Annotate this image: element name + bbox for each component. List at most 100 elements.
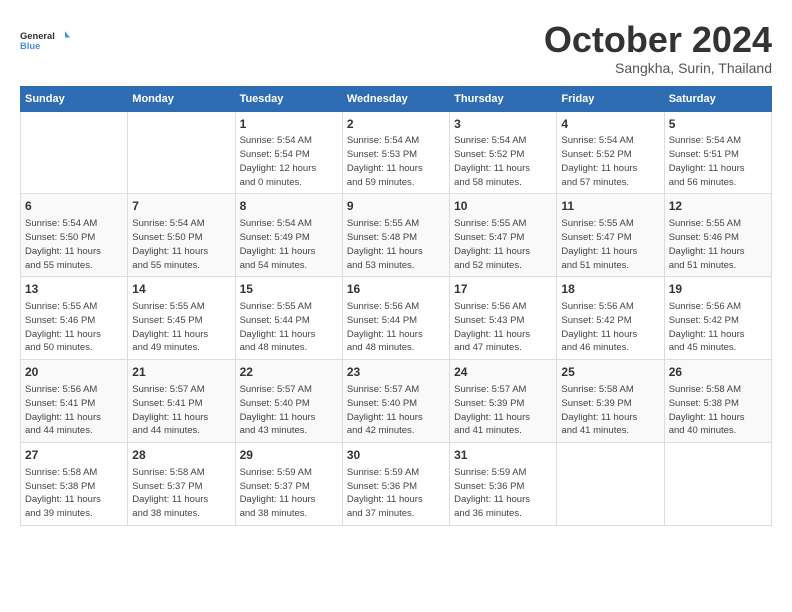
- calendar-cell: 19 Sunrise: 5:56 AMSunset: 5:42 PMDayligh…: [664, 277, 771, 360]
- day-info: Sunrise: 5:55 AMSunset: 5:48 PMDaylight:…: [347, 217, 445, 272]
- day-info: Sunrise: 5:56 AMSunset: 5:42 PMDaylight:…: [669, 300, 767, 355]
- day-number: 23: [347, 364, 445, 381]
- calendar-cell: [557, 443, 664, 526]
- day-info: Sunrise: 5:59 AMSunset: 5:37 PMDaylight:…: [240, 466, 338, 521]
- day-info: Sunrise: 5:56 AMSunset: 5:41 PMDaylight:…: [25, 383, 123, 438]
- day-number: 12: [669, 198, 767, 215]
- calendar-cell: 27 Sunrise: 5:58 AMSunset: 5:38 PMDayligh…: [21, 443, 128, 526]
- weekday-header-wednesday: Wednesday: [342, 86, 449, 111]
- day-number: 10: [454, 198, 552, 215]
- day-number: 3: [454, 116, 552, 133]
- day-info: Sunrise: 5:55 AMSunset: 5:47 PMDaylight:…: [561, 217, 659, 272]
- day-info: Sunrise: 5:55 AMSunset: 5:44 PMDaylight:…: [240, 300, 338, 355]
- day-info: Sunrise: 5:57 AMSunset: 5:40 PMDaylight:…: [240, 383, 338, 438]
- day-info: Sunrise: 5:58 AMSunset: 5:39 PMDaylight:…: [561, 383, 659, 438]
- calendar-cell: 18 Sunrise: 5:56 AMSunset: 5:42 PMDayligh…: [557, 277, 664, 360]
- calendar-cell: 16 Sunrise: 5:56 AMSunset: 5:44 PMDayligh…: [342, 277, 449, 360]
- calendar-cell: 29 Sunrise: 5:59 AMSunset: 5:37 PMDayligh…: [235, 443, 342, 526]
- day-number: 16: [347, 281, 445, 298]
- day-info: Sunrise: 5:55 AMSunset: 5:46 PMDaylight:…: [669, 217, 767, 272]
- day-info: Sunrise: 5:58 AMSunset: 5:38 PMDaylight:…: [25, 466, 123, 521]
- calendar-cell: 31Sunrise: 5:59 AMSunset: 5:36 PMDayligh…: [450, 443, 557, 526]
- calendar-cell: 2Sunrise: 5:54 AMSunset: 5:53 PMDaylight…: [342, 111, 449, 194]
- title-block: October 2024 Sangkha, Surin, Thailand: [544, 20, 772, 76]
- day-number: 1: [240, 116, 338, 133]
- day-number: 6: [25, 198, 123, 215]
- calendar-cell: 15 Sunrise: 5:55 AMSunset: 5:44 PMDayligh…: [235, 277, 342, 360]
- calendar-week-3: 13Sunrise: 5:55 AMSunset: 5:46 PMDayligh…: [21, 277, 772, 360]
- day-number: 26: [669, 364, 767, 381]
- location-subtitle: Sangkha, Surin, Thailand: [544, 60, 772, 76]
- calendar-cell: 1Sunrise: 5:54 AMSunset: 5:54 PMDaylight…: [235, 111, 342, 194]
- svg-text:General: General: [20, 31, 55, 41]
- day-info: Sunrise: 5:59 AMSunset: 5:36 PMDaylight:…: [347, 466, 445, 521]
- day-info: Sunrise: 5:57 AMSunset: 5:40 PMDaylight:…: [347, 383, 445, 438]
- day-info: Sunrise: 5:58 AMSunset: 5:37 PMDaylight:…: [132, 466, 230, 521]
- svg-text:Blue: Blue: [20, 41, 40, 51]
- month-title: October 2024: [544, 20, 772, 60]
- day-number: 9: [347, 198, 445, 215]
- page-header: General Blue October 2024 Sangkha, Surin…: [20, 20, 772, 76]
- calendar-cell: 12 Sunrise: 5:55 AMSunset: 5:46 PMDayligh…: [664, 194, 771, 277]
- day-number: 13: [25, 281, 123, 298]
- calendar-cell: 26 Sunrise: 5:58 AMSunset: 5:38 PMDayligh…: [664, 360, 771, 443]
- day-info: Sunrise: 5:56 AMSunset: 5:42 PMDaylight:…: [561, 300, 659, 355]
- calendar-cell: 8 Sunrise: 5:54 AMSunset: 5:49 PMDaylight…: [235, 194, 342, 277]
- logo: General Blue: [20, 20, 70, 60]
- day-number: 24: [454, 364, 552, 381]
- day-number: 20: [25, 364, 123, 381]
- day-info: Sunrise: 5:57 AMSunset: 5:41 PMDaylight:…: [132, 383, 230, 438]
- day-info: Sunrise: 5:56 AMSunset: 5:44 PMDaylight:…: [347, 300, 445, 355]
- day-info: Sunrise: 5:56 AMSunset: 5:43 PMDaylight:…: [454, 300, 552, 355]
- calendar-week-5: 27 Sunrise: 5:58 AMSunset: 5:38 PMDayligh…: [21, 443, 772, 526]
- day-number: 8: [240, 198, 338, 215]
- day-info: Sunrise: 5:54 AMSunset: 5:51 PMDaylight:…: [669, 134, 767, 189]
- day-info: Sunrise: 5:54 AMSunset: 5:50 PMDaylight:…: [25, 217, 123, 272]
- calendar-cell: 3Sunrise: 5:54 AMSunset: 5:52 PMDaylight…: [450, 111, 557, 194]
- calendar-cell: 23 Sunrise: 5:57 AMSunset: 5:40 PMDayligh…: [342, 360, 449, 443]
- calendar-table: SundayMondayTuesdayWednesdayThursdayFrid…: [20, 86, 772, 526]
- weekday-header-saturday: Saturday: [664, 86, 771, 111]
- day-info: Sunrise: 5:54 AMSunset: 5:53 PMDaylight:…: [347, 134, 445, 189]
- day-number: 19: [669, 281, 767, 298]
- day-number: 17: [454, 281, 552, 298]
- calendar-week-2: 6 Sunrise: 5:54 AMSunset: 5:50 PMDaylight…: [21, 194, 772, 277]
- calendar-cell: 6 Sunrise: 5:54 AMSunset: 5:50 PMDaylight…: [21, 194, 128, 277]
- day-number: 11: [561, 198, 659, 215]
- calendar-cell: 10 Sunrise: 5:55 AMSunset: 5:47 PMDayligh…: [450, 194, 557, 277]
- calendar-cell: [128, 111, 235, 194]
- day-number: 7: [132, 198, 230, 215]
- day-number: 14: [132, 281, 230, 298]
- calendar-cell: 5Sunrise: 5:54 AMSunset: 5:51 PMDaylight…: [664, 111, 771, 194]
- day-number: 4: [561, 116, 659, 133]
- day-number: 2: [347, 116, 445, 133]
- day-number: 27: [25, 447, 123, 464]
- calendar-cell: 25Sunrise: 5:58 AMSunset: 5:39 PMDayligh…: [557, 360, 664, 443]
- day-number: 15: [240, 281, 338, 298]
- calendar-cell: 22Sunrise: 5:57 AMSunset: 5:40 PMDayligh…: [235, 360, 342, 443]
- day-number: 28: [132, 447, 230, 464]
- weekday-header-thursday: Thursday: [450, 86, 557, 111]
- day-info: Sunrise: 5:58 AMSunset: 5:38 PMDaylight:…: [669, 383, 767, 438]
- day-number: 29: [240, 447, 338, 464]
- calendar-cell: 14Sunrise: 5:55 AMSunset: 5:45 PMDayligh…: [128, 277, 235, 360]
- day-info: Sunrise: 5:57 AMSunset: 5:39 PMDaylight:…: [454, 383, 552, 438]
- calendar-cell: 30 Sunrise: 5:59 AMSunset: 5:36 PMDayligh…: [342, 443, 449, 526]
- calendar-cell: 21Sunrise: 5:57 AMSunset: 5:41 PMDayligh…: [128, 360, 235, 443]
- calendar-week-4: 20 Sunrise: 5:56 AMSunset: 5:41 PMDayligh…: [21, 360, 772, 443]
- day-info: Sunrise: 5:54 AMSunset: 5:52 PMDaylight:…: [561, 134, 659, 189]
- calendar-cell: 11 Sunrise: 5:55 AMSunset: 5:47 PMDayligh…: [557, 194, 664, 277]
- weekday-header-friday: Friday: [557, 86, 664, 111]
- day-number: 5: [669, 116, 767, 133]
- day-info: Sunrise: 5:54 AMSunset: 5:49 PMDaylight:…: [240, 217, 338, 272]
- weekday-header-row: SundayMondayTuesdayWednesdayThursdayFrid…: [21, 86, 772, 111]
- calendar-cell: 20 Sunrise: 5:56 AMSunset: 5:41 PMDayligh…: [21, 360, 128, 443]
- day-info: Sunrise: 5:54 AMSunset: 5:52 PMDaylight:…: [454, 134, 552, 189]
- day-info: Sunrise: 5:55 AMSunset: 5:47 PMDaylight:…: [454, 217, 552, 272]
- day-info: Sunrise: 5:54 AMSunset: 5:50 PMDaylight:…: [132, 217, 230, 272]
- day-number: 30: [347, 447, 445, 464]
- calendar-week-1: 1Sunrise: 5:54 AMSunset: 5:54 PMDaylight…: [21, 111, 772, 194]
- day-number: 18: [561, 281, 659, 298]
- calendar-cell: 13Sunrise: 5:55 AMSunset: 5:46 PMDayligh…: [21, 277, 128, 360]
- day-info: Sunrise: 5:54 AMSunset: 5:54 PMDaylight:…: [240, 134, 338, 189]
